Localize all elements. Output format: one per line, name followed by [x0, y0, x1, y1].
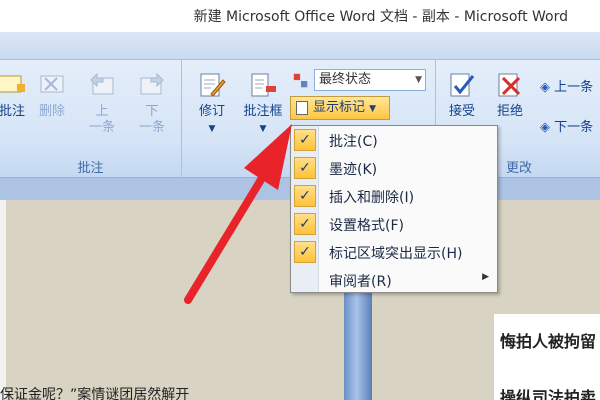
checkmark-icon: ✓ — [294, 129, 316, 151]
accept-button[interactable]: 接受 — [442, 70, 482, 120]
delete-comment-icon — [40, 75, 64, 93]
track-changes-icon — [200, 73, 226, 97]
menu-item-markup-area-highlight[interactable]: ✓ 标记区域突出显示(H) — [291, 238, 497, 266]
comments-group: 批注 删除 上一条 下一条 批注 — [0, 60, 182, 178]
menu-item-reviewers[interactable]: 审阅者(R) ▶ — [291, 266, 497, 294]
reject-icon — [498, 73, 521, 97]
right-heading-2: 操纵司法拍卖 — [500, 388, 597, 400]
chevron-down-icon: ▼ — [415, 75, 422, 85]
balloons-button[interactable]: 批注框 ▼ — [238, 70, 288, 137]
previous-comment-button[interactable]: 上一条 — [82, 70, 122, 136]
ribbon-tab-strip — [0, 32, 600, 60]
next-comment-icon — [140, 72, 164, 95]
menu-item-label: 批注(C) — [329, 134, 378, 150]
chevron-down-icon: ▼ — [208, 124, 216, 134]
comments-group-label: 批注 — [77, 161, 104, 176]
title-bar: 新建 Microsoft Office Word 文档 - 副本 - Micro… — [0, 0, 600, 32]
previous-change-icon: ◈ — [540, 80, 550, 95]
image-pillar — [344, 290, 372, 400]
new-comment-icon — [0, 75, 25, 93]
previous-comment-icon — [90, 72, 114, 95]
previous-comment-label: 上一条 — [88, 104, 115, 135]
menu-item-label: 墨迹(K) — [329, 162, 378, 178]
track-changes-label: 修订 — [198, 104, 225, 119]
display-for-review-icon — [293, 73, 308, 88]
chevron-down-icon: ▼ — [259, 124, 267, 134]
menu-item-label: 审阅者(R) — [329, 274, 392, 290]
show-markup-menu: ✓ 批注(C) ✓ 墨迹(K) ✓ 插入和删除(I) ✓ 设置格式(F) ✓ 标… — [290, 125, 498, 293]
next-change-label: 下一条 — [554, 120, 594, 135]
next-change-icon: ◈ — [540, 120, 550, 135]
menu-item-ink[interactable]: ✓ 墨迹(K) — [291, 154, 497, 182]
menu-item-comments[interactable]: ✓ 批注(C) — [291, 126, 497, 154]
new-comment-button[interactable]: 批注 — [0, 70, 32, 120]
new-comment-label: 批注 — [0, 104, 25, 119]
balloons-label: 批注框 — [243, 104, 283, 119]
menu-item-insertions-deletions[interactable]: ✓ 插入和删除(I) — [291, 182, 497, 210]
right-page: 悔拍人被拘留 操纵司法拍卖 — [494, 314, 600, 400]
next-comment-button[interactable]: 下一条 — [132, 70, 172, 136]
balloons-icon — [251, 73, 276, 97]
track-changes-button[interactable]: 修订 ▼ — [192, 70, 232, 137]
display-for-review-combo[interactable]: 最终状态 ▼ — [314, 69, 426, 91]
checkmark-icon: ✓ — [294, 157, 316, 179]
next-change-button[interactable]: ◈ 下一条 — [540, 120, 600, 136]
display-for-review-value: 最终状态 — [319, 72, 372, 87]
left-page-text: 保证金呢？”案情谜团居然解开 — [0, 387, 190, 400]
show-markup-label: 显示标记 — [313, 100, 366, 115]
show-markup-button[interactable]: 显示标记 ▼ — [290, 96, 390, 120]
delete-comment-button[interactable]: 删除 — [34, 70, 70, 120]
previous-change-button[interactable]: ◈ 上一条 — [540, 80, 600, 96]
reject-button[interactable]: 拒绝 — [490, 70, 530, 120]
menu-item-formatting[interactable]: ✓ 设置格式(F) — [291, 210, 497, 238]
checkmark-icon: ✓ — [294, 241, 316, 263]
page-edge — [0, 200, 6, 400]
menu-item-label: 插入和删除(I) — [329, 190, 415, 206]
submenu-arrow-icon: ▶ — [482, 272, 489, 282]
accept-label: 接受 — [448, 104, 475, 119]
document-icon — [296, 101, 308, 115]
menu-item-label: 标记区域突出显示(H) — [329, 246, 463, 262]
chevron-down-icon: ▼ — [369, 104, 377, 114]
window-title: 新建 Microsoft Office Word 文档 - 副本 - Micro… — [193, 9, 568, 25]
previous-change-label: 上一条 — [554, 80, 594, 95]
accept-icon — [450, 73, 475, 97]
menu-item-label: 设置格式(F) — [329, 218, 404, 234]
reject-label: 拒绝 — [496, 104, 523, 119]
checkmark-icon: ✓ — [294, 185, 316, 207]
delete-comment-label: 删除 — [38, 104, 65, 119]
checkmark-icon: ✓ — [294, 213, 316, 235]
next-comment-label: 下一条 — [138, 104, 165, 135]
right-heading-1: 悔拍人被拘留 — [500, 332, 597, 351]
